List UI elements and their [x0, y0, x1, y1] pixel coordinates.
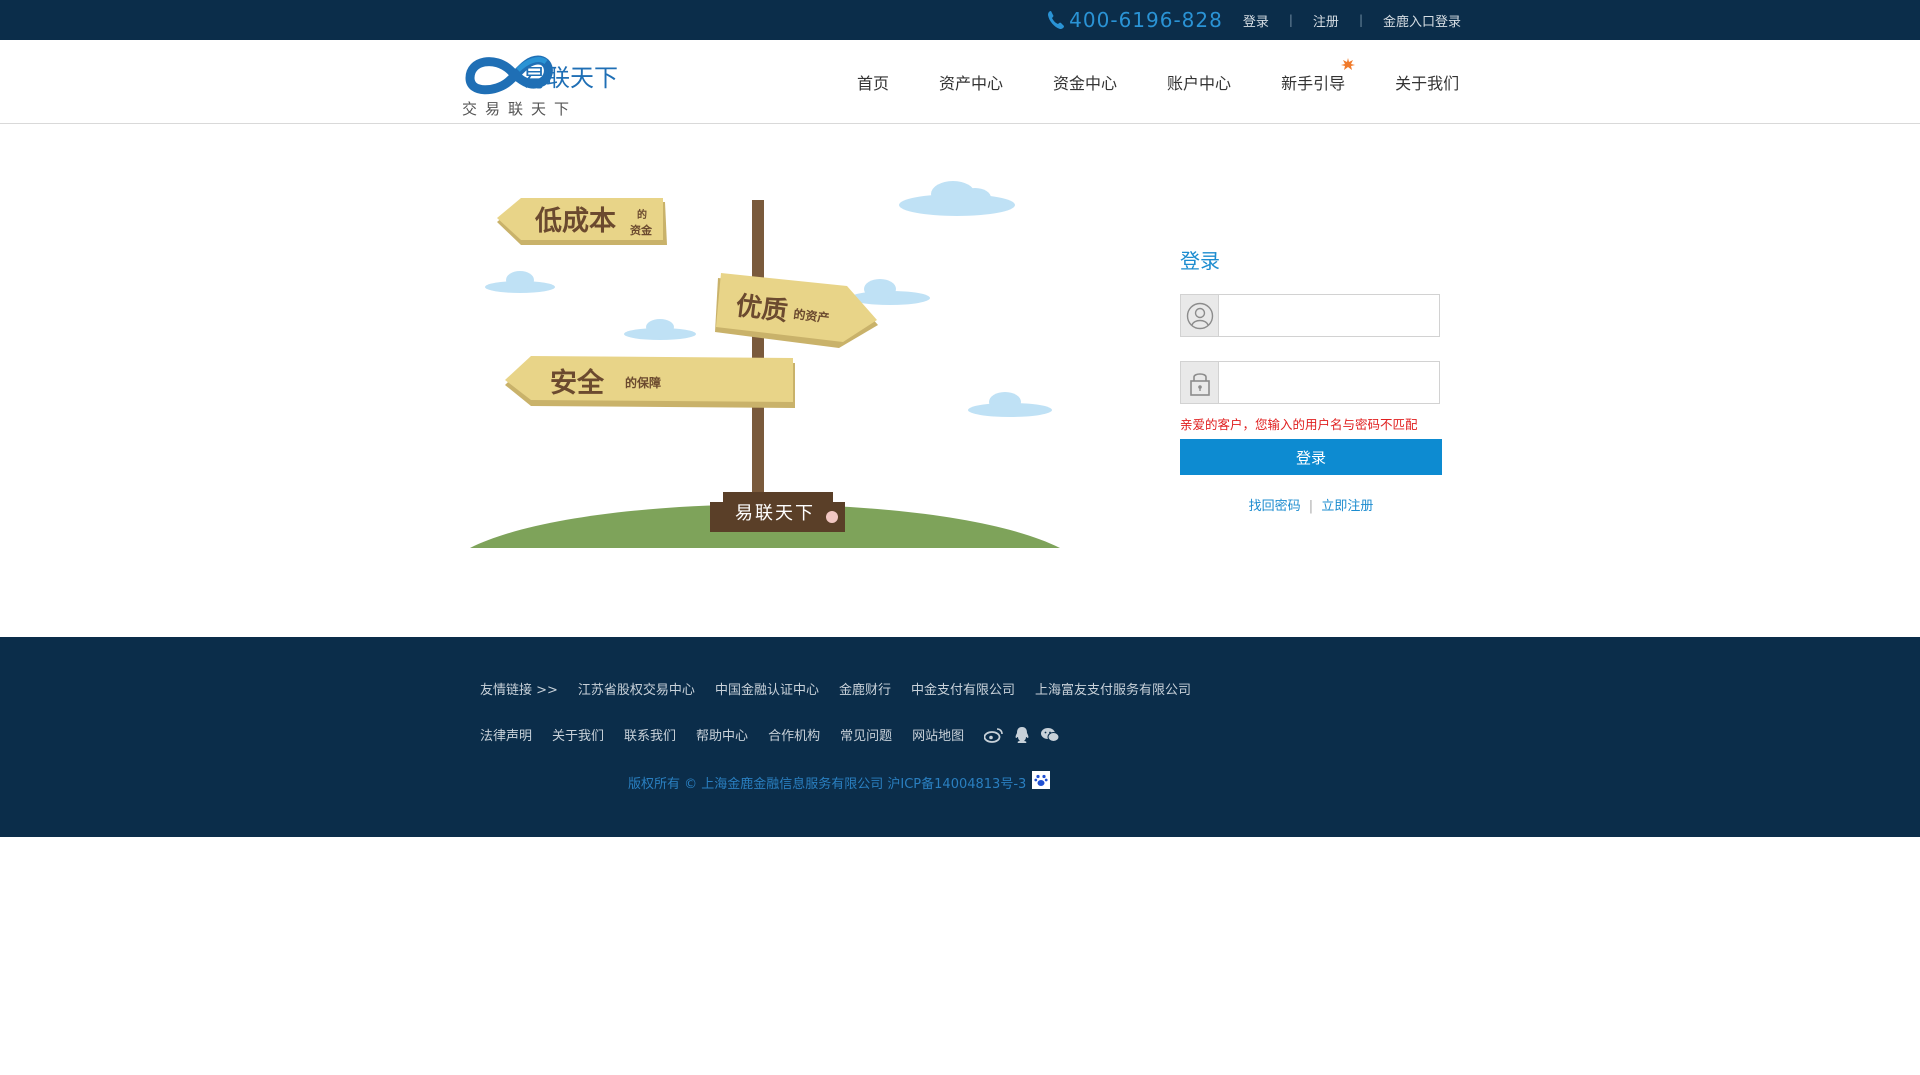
login-panel: 登录 亲爱的客户，您输入的用户名与密码不匹配 登录 找回密码 | 立即注册 [1180, 245, 1450, 514]
infinity-logo-icon: 易联天下 交易联天下 [462, 55, 618, 118]
footer-link-sitemap[interactable]: 网站地图 [912, 725, 964, 744]
friend-link[interactable]: 中金支付有限公司 [911, 679, 1015, 698]
username-field-wrapper [1180, 294, 1440, 337]
cloud-icon [485, 271, 555, 293]
cloud-icon [899, 181, 1015, 216]
sign-post [752, 200, 764, 500]
password-field-wrapper [1180, 361, 1440, 404]
main-nav: 首页 资产中心 资金中心 账户中心 新手引导 关于我们 [857, 40, 1459, 124]
sign-low-cost: 低成本 的 资金 [497, 198, 667, 245]
social-icons [984, 726, 1070, 744]
nav-about-us[interactable]: 关于我们 [1395, 70, 1459, 94]
friend-links-row: 友情链接 >> 江苏省股权交易中心 中国金融认证中心 金鹿财行 中金支付有限公司… [480, 679, 1211, 698]
top-register-link[interactable]: 注册 [1313, 11, 1339, 30]
cloud-icon [968, 392, 1052, 417]
svg-text:易联天下: 易联天下 [735, 503, 815, 524]
friend-links-label: 友情链接 >> [480, 683, 558, 698]
svg-text:低成本: 低成本 [534, 206, 616, 237]
copyright: 版权所有 © 上海金鹿金融信息服务有限公司 沪ICP备14004813号-3 [628, 770, 1051, 792]
phone-icon [1048, 11, 1065, 29]
footer-links-row: 法律声明 关于我们 联系我们 帮助中心 合作机构 常见问题 网站地图 [480, 725, 1070, 744]
link-separator: | [1308, 499, 1314, 514]
wechat-icon[interactable] [1040, 727, 1060, 743]
friend-link[interactable]: 江苏省股权交易中心 [578, 679, 695, 698]
password-input[interactable] [1219, 362, 1439, 403]
svg-text:安全: 安全 [550, 367, 605, 399]
nav-home[interactable]: 首页 [857, 70, 889, 94]
signpost-illustration: 低成本 的 资金 优质 的资产 安全 的保障 易联天下 [470, 181, 1060, 548]
svg-text:易联天下: 易联天下 [522, 64, 618, 92]
svg-text:的保障: 的保障 [625, 375, 661, 390]
nav-beginner-guide-label: 新手引导 [1281, 74, 1346, 93]
hotline: 400-6196-828 [1047, 8, 1223, 32]
base-board: 易联天下 [710, 492, 845, 532]
copyright-text: 版权所有 © 上海金鹿金融信息服务有限公司 沪ICP备14004813号-3 [628, 777, 1027, 792]
footer: 友情链接 >> 江苏省股权交易中心 中国金融认证中心 金鹿财行 中金支付有限公司… [0, 637, 1920, 837]
register-now-link[interactable]: 立即注册 [1321, 499, 1373, 514]
friend-link[interactable]: 金鹿财行 [839, 679, 891, 698]
nav-account-center[interactable]: 账户中心 [1167, 70, 1231, 94]
svg-text:的: 的 [637, 208, 647, 221]
login-error-message: 亲爱的客户，您输入的用户名与密码不匹配 [1180, 417, 1418, 432]
top-jinlu-login-link[interactable]: 金鹿入口登录 [1383, 11, 1461, 30]
top-bar: 400-6196-828 登录 | 注册 | 金鹿入口登录 [0, 0, 1920, 40]
cloud-icon [850, 279, 930, 305]
footer-link-contact[interactable]: 联系我们 [624, 725, 676, 744]
footer-link-help[interactable]: 帮助中心 [696, 725, 748, 744]
sign-quality-asset: 优质 的资产 [715, 273, 878, 348]
svg-text:交易联天下: 交易联天下 [462, 100, 577, 118]
header: 易联天下 交易联天下 首页 资产中心 资金中心 账户中心 新手引导 关于我们 [0, 40, 1920, 124]
nav-fund-center[interactable]: 资金中心 [1053, 70, 1117, 94]
svg-text:资金: 资金 [630, 223, 653, 237]
login-button[interactable]: 登录 [1180, 439, 1442, 475]
qq-icon[interactable] [1014, 726, 1030, 744]
maple-leaf-icon [1341, 58, 1356, 70]
nav-asset-center[interactable]: 资产中心 [939, 70, 1003, 94]
top-separator: | [1358, 13, 1363, 27]
sign-security: 安全 的保障 [505, 356, 795, 408]
svg-text:优质: 优质 [734, 291, 789, 327]
forgot-password-link[interactable]: 找回密码 [1249, 499, 1301, 514]
lock-icon [1181, 362, 1219, 403]
username-input[interactable] [1219, 295, 1439, 336]
top-login-link[interactable]: 登录 [1243, 11, 1269, 30]
login-title: 登录 [1180, 249, 1220, 273]
hotline-number: 400-6196-828 [1069, 8, 1223, 32]
weibo-icon[interactable] [984, 727, 1004, 743]
footer-link-faq[interactable]: 常见问题 [840, 725, 892, 744]
friend-link[interactable]: 中国金融认证中心 [715, 679, 819, 698]
friend-link[interactable]: 上海富友支付服务有限公司 [1035, 679, 1191, 698]
paw-icon[interactable] [1032, 770, 1051, 789]
cloud-icon [624, 319, 696, 340]
login-links: 找回密码 | 立即注册 [1180, 495, 1442, 514]
nav-beginner-guide[interactable]: 新手引导 [1281, 58, 1356, 94]
top-bar-right: 400-6196-828 登录 | 注册 | 金鹿入口登录 [1047, 0, 1461, 40]
footer-link-partners[interactable]: 合作机构 [768, 725, 820, 744]
top-separator: | [1288, 13, 1293, 27]
user-icon [1181, 295, 1219, 336]
footer-link-about[interactable]: 关于我们 [552, 725, 604, 744]
site-logo[interactable]: 易联天下 交易联天下 [460, 48, 620, 120]
footer-link-legal[interactable]: 法律声明 [480, 725, 532, 744]
